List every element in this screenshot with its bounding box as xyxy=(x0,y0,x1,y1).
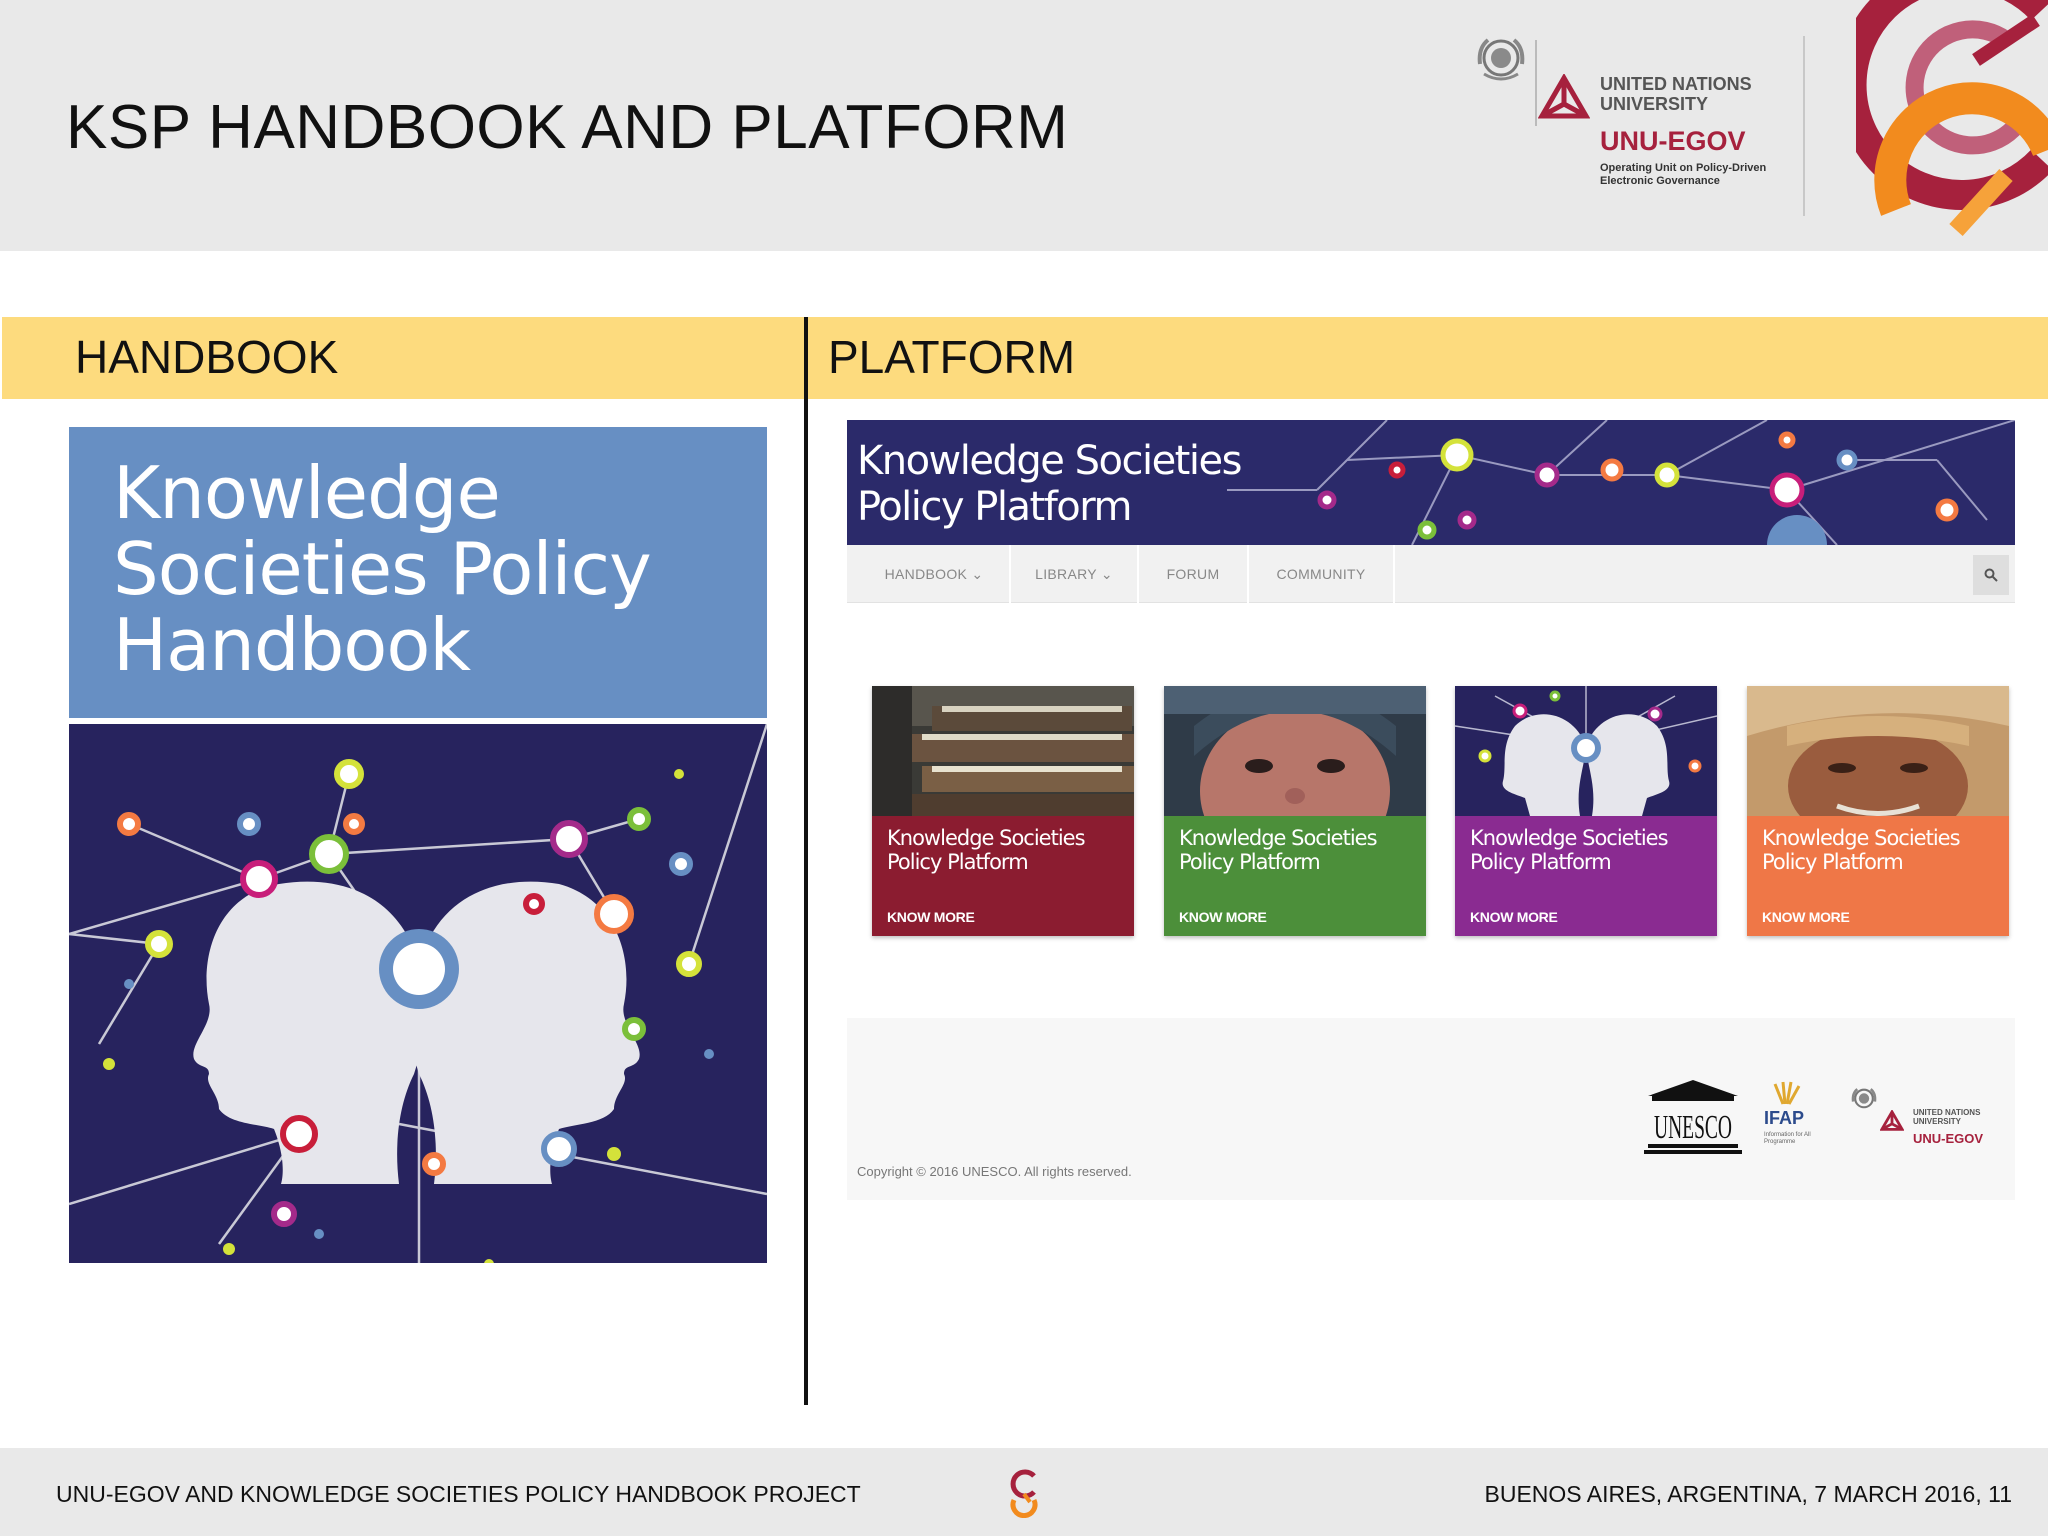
slide-title: KSP HANDBOOK AND PLATFORM xyxy=(66,93,1069,162)
footer-project-text: UNU-EGOV AND KNOWLEDGE SOCIETIES POLICY … xyxy=(56,1481,861,1507)
site-title-line1: Knowledge Societies xyxy=(857,438,1242,484)
card-title-line2: Policy Platform xyxy=(1470,850,1612,874)
heads-network-image xyxy=(1455,686,1717,816)
elder-portrait-image xyxy=(1747,686,2009,816)
heads-network-illustration xyxy=(69,724,767,1263)
ifap-subtitle: Information for All Programme xyxy=(1764,1132,1811,1145)
card-body: Knowledge Societies Policy Platform KNOW… xyxy=(1747,816,2009,936)
unu-name-line2: UNIVERSITY xyxy=(1600,94,1709,114)
footer-unu-name: UNITED NATIONS UNIVERSITY xyxy=(1913,1108,1980,1126)
unesco-logo-text: UNESCO xyxy=(1654,1109,1732,1146)
un-emblem-icon xyxy=(1477,38,1525,81)
know-more-link[interactable]: KNOW MORE xyxy=(887,909,975,925)
unu-logo-icon xyxy=(1538,74,1590,119)
slide-header: KSP HANDBOOK AND PLATFORM UNITED NATIONS… xyxy=(0,0,2048,251)
copyright-text: Copyright © 2016 UNESCO. All rights rese… xyxy=(857,1164,1132,1179)
feature-card[interactable]: Knowledge Societies Policy Platform KNOW… xyxy=(1747,686,2009,936)
egov-name: UNU-EGOV xyxy=(1600,126,1746,156)
card-title-line1: Knowledge Societies xyxy=(1179,826,1378,850)
feature-card[interactable]: Knowledge Societies Policy Platform KNOW… xyxy=(1164,686,1426,936)
platform-website-screenshot: Knowledge Societies Policy Platform HAND… xyxy=(847,420,2015,1200)
handbook-cover: Knowledge Societies Policy Handbook xyxy=(69,427,767,1263)
know-more-link[interactable]: KNOW MORE xyxy=(1179,909,1267,925)
know-more-link[interactable]: KNOW MORE xyxy=(1470,909,1558,925)
card-title-line2: Policy Platform xyxy=(1762,850,1904,874)
card-title: Knowledge Societies Policy Platform xyxy=(1762,826,2002,874)
card-title: Knowledge Societies Policy Platform xyxy=(1470,826,1710,874)
feature-card[interactable]: Knowledge Societies Policy Platform KNOW… xyxy=(1455,686,1717,936)
books-image xyxy=(872,686,1134,816)
cover-title-line1: Knowledge xyxy=(113,451,501,535)
child-portrait-image xyxy=(1164,686,1426,816)
logo-divider xyxy=(1535,40,1537,126)
site-title-line2: Policy Platform xyxy=(857,484,1132,530)
cover-title-line3: Handbook xyxy=(113,603,471,687)
footer-unu-name-line1: UNITED NATIONS xyxy=(1913,1108,1981,1117)
handbook-section-label: HANDBOOK xyxy=(75,331,339,383)
platform-section-label: PLATFORM xyxy=(828,331,1076,383)
cover-title-line2: Societies Policy xyxy=(113,527,652,611)
feature-card[interactable]: Knowledge Societies Policy Platform KNOW… xyxy=(872,686,1134,936)
nav-item-community[interactable]: COMMUNITY xyxy=(1249,545,1395,603)
nav-item-handbook[interactable]: HANDBOOK ⌄ xyxy=(859,545,1011,603)
card-title-line1: Knowledge Societies xyxy=(887,826,1086,850)
search-icon xyxy=(1984,568,1998,582)
unesco-logo: UNESCO xyxy=(1644,1080,1742,1154)
search-button[interactable] xyxy=(1973,555,2009,595)
site-nav-bar: HANDBOOK ⌄ LIBRARY ⌄ FORUM COMMUNITY xyxy=(847,545,2015,603)
egov-subtitle: Operating Unit on Policy-Driven Electron… xyxy=(1600,162,1766,188)
card-title-line2: Policy Platform xyxy=(887,850,1029,874)
nav-item-forum[interactable]: FORUM xyxy=(1139,545,1249,603)
footer-egov-name: UNU-EGOV xyxy=(1913,1131,1984,1146)
column-divider xyxy=(804,317,808,1405)
site-footer: Copyright © 2016 UNESCO. All rights rese… xyxy=(847,1018,2015,1200)
footer-unu-name-line2: UNIVERSITY xyxy=(1913,1117,1962,1126)
site-title: Knowledge Societies Policy Platform xyxy=(857,438,1242,530)
unu-logo-icon xyxy=(1880,1110,1904,1131)
card-body: Knowledge Societies Policy Platform KNOW… xyxy=(1164,816,1426,936)
egov-logo-icon xyxy=(1010,1469,1038,1518)
footer-location-text: BUENOS AIRES, ARGENTINA, 7 MARCH 2016, 1… xyxy=(1484,1481,2012,1507)
card-body: Knowledge Societies Policy Platform KNOW… xyxy=(1455,816,1717,936)
card-title-line2: Policy Platform xyxy=(1179,850,1321,874)
card-title-line1: Knowledge Societies xyxy=(1470,826,1669,850)
unu-name: UNITED NATIONS UNIVERSITY xyxy=(1600,74,1752,114)
card-title: Knowledge Societies Policy Platform xyxy=(1179,826,1419,874)
egov-subtitle-line2: Electronic Governance xyxy=(1600,175,1720,187)
card-title: Knowledge Societies Policy Platform xyxy=(887,826,1127,874)
header-divider xyxy=(1803,36,1805,216)
un-emblem-icon xyxy=(1851,1088,1877,1109)
egov-subtitle-line1: Operating Unit on Policy-Driven xyxy=(1600,162,1767,174)
egov-swirl-graphic xyxy=(1856,0,2048,237)
card-body: Knowledge Societies Policy Platform KNOW… xyxy=(872,816,1134,936)
unu-name-line1: UNITED NATIONS xyxy=(1600,74,1752,94)
know-more-link[interactable]: KNOW MORE xyxy=(1762,909,1850,925)
site-banner: Knowledge Societies Policy Platform xyxy=(847,420,2015,545)
nav-item-library[interactable]: LIBRARY ⌄ xyxy=(1011,545,1139,603)
feature-cards: Knowledge Societies Policy Platform KNOW… xyxy=(872,686,2012,936)
cover-title: Knowledge Societies Policy Handbook xyxy=(113,455,733,683)
card-title-line1: Knowledge Societies xyxy=(1762,826,1961,850)
ifap-logo-text: IFAP xyxy=(1764,1108,1805,1128)
